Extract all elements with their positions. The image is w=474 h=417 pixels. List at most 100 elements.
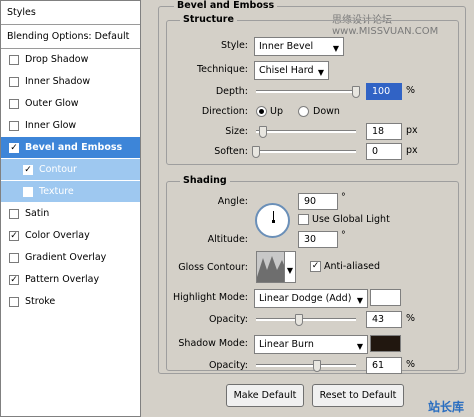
style-checkbox[interactable]: ✓ (23, 165, 33, 175)
style-item-contour[interactable]: ✓ Contour (1, 159, 140, 181)
style-item-inner-glow[interactable]: Inner Glow (1, 115, 140, 137)
style-checkbox[interactable]: ✓ (9, 231, 19, 241)
global-light-label: Use Global Light (312, 214, 390, 225)
style-item-drop-shadow[interactable]: Drop Shadow (1, 49, 140, 71)
style-checkbox[interactable] (9, 99, 19, 109)
anti-aliased-label: Anti-aliased (324, 261, 381, 272)
angle-dial[interactable] (255, 203, 290, 238)
gloss-contour-label: Gloss Contour: (178, 262, 248, 273)
altitude-unit: ° (341, 230, 346, 241)
shadow-mode-dropdown[interactable]: Linear Burn ▼ (254, 335, 368, 354)
style-item-label: Inner Glow (25, 120, 77, 131)
reset-to-default-button[interactable]: Reset to Default (312, 384, 404, 407)
style-item-color-overlay[interactable]: ✓ Color Overlay (1, 225, 140, 247)
technique-dropdown-value: Chisel Hard (259, 65, 314, 76)
style-dropdown-value: Inner Bevel (259, 41, 314, 52)
style-item-label: Contour (39, 164, 77, 175)
style-dropdown[interactable]: Inner Bevel ▼ (254, 37, 344, 56)
angle-input[interactable]: 90 (298, 193, 338, 210)
style-item-gradient-overlay[interactable]: Gradient Overlay (1, 247, 140, 269)
depth-label: Depth: (215, 86, 248, 97)
style-item-label: Inner Shadow (25, 76, 91, 87)
style-item-texture[interactable]: Texture (1, 181, 140, 203)
bevel-emboss-title: Bevel and Emboss (174, 0, 278, 11)
gloss-contour-menu[interactable]: ▼ (284, 251, 296, 283)
watermark-bottom: 站长库 (428, 400, 465, 414)
style-item-outer-glow[interactable]: Outer Glow (1, 93, 140, 115)
highlight-opacity-input[interactable]: 43 (366, 311, 402, 328)
style-item-label: Satin (25, 208, 50, 219)
style-item-label: Pattern Overlay (25, 274, 100, 285)
style-item-inner-shadow[interactable]: Inner Shadow (1, 71, 140, 93)
angle-label: Angle: (217, 196, 248, 207)
depth-slider-thumb[interactable] (352, 86, 360, 98)
make-default-button[interactable]: Make Default (226, 384, 304, 407)
style-item-label: Outer Glow (25, 98, 79, 109)
style-item-label: Texture (39, 186, 74, 197)
shadow-color-swatch[interactable] (370, 335, 401, 352)
shadow-opacity-input[interactable]: 61 (366, 357, 402, 374)
angle-unit: ° (341, 192, 346, 203)
shading-title: Shading (180, 175, 230, 186)
style-item-label: Stroke (25, 296, 56, 307)
style-checkbox[interactable] (9, 297, 19, 307)
size-slider[interactable] (256, 130, 356, 133)
style-label: Style: (220, 40, 248, 51)
style-checkbox[interactable] (9, 209, 19, 219)
style-item-stroke[interactable]: Stroke (1, 291, 140, 313)
style-item-label: Color Overlay (25, 230, 90, 241)
highlight-mode-label: Highlight Mode: (173, 292, 248, 303)
depth-slider[interactable] (256, 90, 356, 93)
highlight-color-swatch[interactable] (370, 289, 401, 306)
depth-input[interactable]: 100 (366, 83, 402, 100)
style-checkbox[interactable] (9, 55, 19, 65)
style-checkbox[interactable] (9, 77, 19, 87)
shadow-opacity-label: Opacity: (208, 360, 248, 371)
style-item-bevel-and-emboss[interactable]: ✓ Bevel and Emboss (1, 137, 140, 159)
size-unit: px (406, 125, 418, 136)
highlight-mode-dropdown[interactable]: Linear Dodge (Add) ▼ (254, 289, 368, 308)
soften-unit: px (406, 145, 418, 156)
chevron-down-icon: ▼ (356, 342, 363, 351)
size-slider-thumb[interactable] (259, 126, 267, 138)
styles-list-panel: Styles Blending Options: Default Drop Sh… (0, 0, 141, 417)
angle-dial-center (272, 220, 275, 223)
style-checkbox[interactable]: ✓ (9, 275, 19, 285)
styles-header[interactable]: Styles (1, 1, 140, 25)
shadow-opacity-unit: % (406, 359, 416, 370)
shadow-mode-value: Linear Burn (259, 339, 314, 350)
style-item-label: Bevel and Emboss (25, 142, 123, 153)
anti-aliased-checkbox[interactable]: ✓ (310, 261, 321, 272)
style-checkbox[interactable] (9, 253, 19, 263)
direction-up-radio[interactable] (256, 106, 267, 117)
altitude-label: Altitude: (207, 234, 248, 245)
chevron-down-icon: ▼ (317, 68, 324, 77)
blending-options-item[interactable]: Blending Options: Default (1, 25, 140, 49)
highlight-opacity-thumb[interactable] (295, 314, 303, 326)
style-checkbox[interactable] (23, 187, 33, 197)
soften-label: Soften: (214, 146, 248, 157)
direction-up-label: Up (270, 106, 283, 117)
chevron-down-icon: ▼ (332, 44, 339, 53)
highlight-mode-value: Linear Dodge (Add) (259, 293, 352, 304)
style-item-pattern-overlay[interactable]: ✓ Pattern Overlay (1, 269, 140, 291)
global-light-checkbox[interactable] (298, 214, 309, 225)
soften-slider[interactable] (256, 150, 356, 153)
highlight-opacity-slider[interactable] (256, 318, 356, 321)
style-item-label: Gradient Overlay (25, 252, 107, 263)
style-item-label: Drop Shadow (25, 54, 89, 65)
style-item-satin[interactable]: Satin (1, 203, 140, 225)
style-checkbox[interactable] (9, 121, 19, 131)
chevron-down-icon: ▼ (286, 266, 293, 275)
technique-dropdown[interactable]: Chisel Hard ▼ (254, 61, 329, 80)
shadow-opacity-slider[interactable] (256, 364, 356, 367)
shadow-mode-label: Shadow Mode: (178, 338, 248, 349)
size-input[interactable]: 18 (366, 123, 402, 140)
direction-down-radio[interactable] (298, 106, 309, 117)
soften-input[interactable]: 0 (366, 143, 402, 160)
altitude-input[interactable]: 30 (298, 231, 338, 248)
style-checkbox[interactable]: ✓ (9, 143, 19, 153)
chevron-down-icon: ▼ (356, 296, 363, 305)
soften-slider-thumb[interactable] (252, 146, 260, 158)
shadow-opacity-thumb[interactable] (313, 360, 321, 372)
